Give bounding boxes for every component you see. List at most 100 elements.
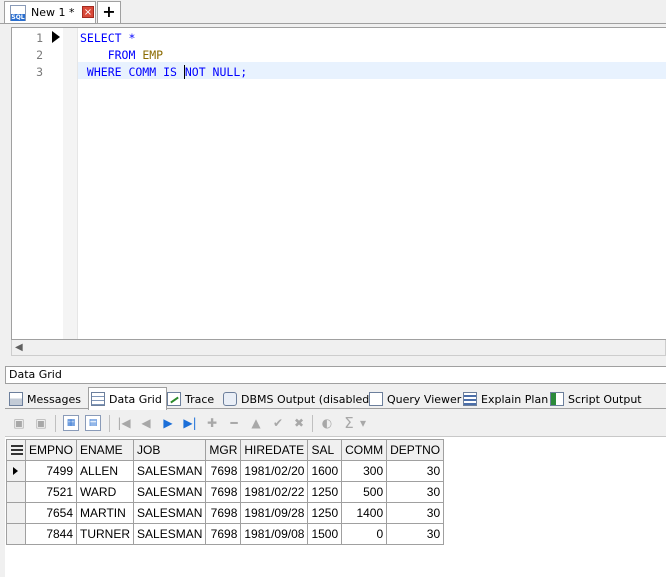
refresh-icon[interactable]: ◐ <box>318 414 336 432</box>
code-line: FROM EMP <box>80 47 163 64</box>
document-tab-new-1[interactable]: New 1 * × <box>4 1 96 23</box>
table-cell[interactable]: 7698 <box>205 460 242 482</box>
table-cell[interactable]: 1600 <box>307 460 343 482</box>
code-line: SELECT * <box>80 30 135 47</box>
table-row[interactable]: 7521 WARD SALESMAN 7698 1981/02/22 1250 500 30 <box>6 481 445 503</box>
column-header-hiredate[interactable]: HIREDATE <box>240 439 309 461</box>
result-table: EMPNO ENAME JOB MGR HIREDATE SAL COMM DEPTNO 74… <box>6 439 445 545</box>
table-cell[interactable]: TURNER <box>76 523 135 545</box>
table-cell[interactable]: 500 <box>341 481 388 503</box>
results-panel-title: Data Grid <box>5 366 666 384</box>
first-record-icon[interactable]: |◀ <box>115 414 133 432</box>
column-header-empno[interactable]: EMPNO <box>24 439 78 461</box>
row-indicator[interactable] <box>6 460 26 482</box>
post-edit-icon[interactable]: ✔ <box>269 414 287 432</box>
grid-view-icon[interactable]: ▦ <box>63 415 79 431</box>
delete-record-icon[interactable]: ━ <box>225 414 243 432</box>
table-cell[interactable]: 7499 <box>24 460 78 482</box>
table-header-row: EMPNO ENAME JOB MGR HIREDATE SAL COMM DEPTNO <box>6 439 445 461</box>
print-icon[interactable]: ▣ <box>10 414 28 432</box>
tab-explain-plan[interactable]: Explain Plan <box>461 389 548 409</box>
table-cell[interactable]: 1500 <box>307 523 343 545</box>
tab-query-viewer[interactable]: Query Viewer <box>367 389 461 409</box>
table-cell[interactable]: WARD <box>76 481 135 503</box>
tab-label: Explain Plan <box>481 392 549 406</box>
tab-label: Query Viewer <box>387 392 462 406</box>
table-cell[interactable]: 1400 <box>341 502 388 524</box>
table-cell[interactable]: SALESMAN <box>133 481 207 503</box>
record-view-icon[interactable]: ▤ <box>85 415 101 431</box>
column-header-job[interactable]: JOB <box>133 439 207 461</box>
code-folding-margin <box>63 28 78 339</box>
table-cell[interactable]: MARTIN <box>76 502 135 524</box>
column-header-mgr[interactable]: MGR <box>205 439 242 461</box>
new-tab-button[interactable]: + <box>97 1 121 23</box>
table-row[interactable]: 7499 ALLEN SALESMAN 7698 1981/02/20 1600 300 30 <box>6 460 445 482</box>
sum-icon[interactable]: Σ <box>340 414 358 432</box>
column-chooser-icon <box>11 445 23 455</box>
table-cell[interactable]: 7844 <box>24 523 78 545</box>
column-header-comm[interactable]: COMM <box>341 439 388 461</box>
data-grid[interactable]: EMPNO ENAME JOB MGR HIREDATE SAL COMM DEPTNO 74… <box>5 437 666 577</box>
table-cell[interactable]: 30 <box>386 481 445 503</box>
tab-label: Messages <box>27 392 81 406</box>
script-output-icon <box>550 392 564 406</box>
table-row[interactable]: 7654 MARTIN SALESMAN 7698 1981/09/28 1250 1400… <box>6 502 445 524</box>
table-cell[interactable]: 7698 <box>205 481 242 503</box>
row-indicator[interactable] <box>6 523 26 545</box>
table-cell[interactable]: SALESMAN <box>133 523 207 545</box>
next-record-icon[interactable]: ▶ <box>159 414 177 432</box>
export-icon[interactable]: ▣ <box>32 414 50 432</box>
table-cell[interactable]: 1250 <box>307 481 343 503</box>
table-cell[interactable]: 1981/09/08 <box>240 523 309 545</box>
insert-record-icon[interactable]: ✚ <box>203 414 221 432</box>
tab-script-output[interactable]: Script Output <box>548 389 642 409</box>
table-cell[interactable]: 30 <box>386 502 445 524</box>
current-row-arrow-icon <box>13 467 18 475</box>
query-viewer-icon <box>369 392 383 406</box>
code-line: WHERE COMM IS NOT NULL; <box>80 64 247 81</box>
table-cell[interactable]: 30 <box>386 523 445 545</box>
table-row[interactable]: 7844 TURNER SALESMAN 7698 1981/09/08 1500 0 30 <box>6 523 445 545</box>
tab-messages[interactable]: Messages <box>7 389 81 409</box>
last-record-icon[interactable]: ▶| <box>181 414 199 432</box>
table-cell[interactable]: 1981/02/22 <box>240 481 309 503</box>
table-cell[interactable]: 7698 <box>205 523 242 545</box>
row-indicator-header[interactable] <box>6 439 26 461</box>
table-cell[interactable]: 1250 <box>307 502 343 524</box>
table-cell[interactable]: 30 <box>386 460 445 482</box>
row-indicator[interactable] <box>6 502 26 524</box>
sql-editor[interactable]: 1 2 3 SELECT * FROM EMP WHERE COMM IS NO… <box>11 27 666 340</box>
table-cell[interactable]: 7698 <box>205 502 242 524</box>
column-header-deptno[interactable]: DEPTNO <box>386 439 445 461</box>
cancel-edit-icon[interactable]: ✖ <box>290 414 308 432</box>
tab-data-grid[interactable]: Data Grid <box>88 387 167 410</box>
column-header-sal[interactable]: SAL <box>307 439 343 461</box>
tab-dbms-output[interactable]: DBMS Output (disabled) <box>221 389 374 409</box>
tab-trace[interactable]: Trace <box>165 389 214 409</box>
table-cell[interactable]: SALESMAN <box>133 502 207 524</box>
table-cell[interactable]: 1981/09/28 <box>240 502 309 524</box>
table-cell[interactable]: 7521 <box>24 481 78 503</box>
table-cell[interactable]: SALESMAN <box>133 460 207 482</box>
table-cell[interactable]: 300 <box>341 460 388 482</box>
edit-record-icon[interactable]: ▲ <box>247 414 265 432</box>
line-number: 1 <box>36 31 43 45</box>
table-cell[interactable]: 7654 <box>24 502 78 524</box>
prior-record-icon[interactable]: ◀ <box>137 414 155 432</box>
table-cell[interactable]: 1981/02/20 <box>240 460 309 482</box>
close-tab-icon[interactable]: × <box>82 6 94 18</box>
column-header-ename[interactable]: ENAME <box>76 439 135 461</box>
keyword-token: FROM <box>80 48 143 62</box>
scroll-left-icon[interactable]: ◀ <box>15 342 23 353</box>
tab-label: Trace <box>185 392 215 406</box>
sum-dropdown-icon[interactable]: ▾ <box>357 414 369 432</box>
sql-file-icon <box>10 4 26 21</box>
dbms-output-icon <box>223 392 237 406</box>
row-indicator[interactable] <box>6 481 26 503</box>
table-cell[interactable]: 0 <box>341 523 388 545</box>
toolbar-separator <box>55 415 56 432</box>
table-cell[interactable]: ALLEN <box>76 460 135 482</box>
editor-horizontal-scrollbar[interactable]: ◀ <box>11 340 666 356</box>
tab-strip-border <box>0 23 666 24</box>
